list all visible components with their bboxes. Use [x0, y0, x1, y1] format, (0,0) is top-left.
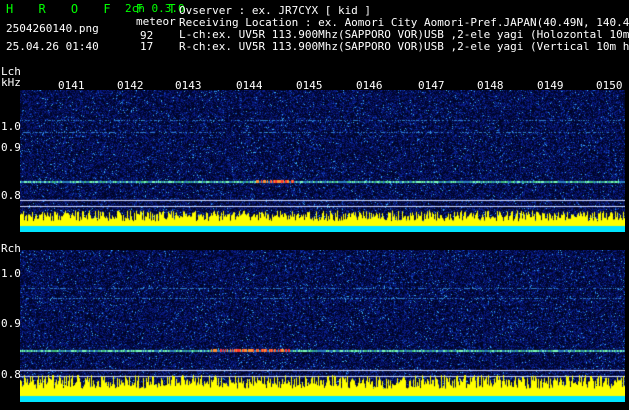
- rch-y-tick-label: 0.9: [1, 317, 21, 330]
- lch-y-tick-label: 0.8: [1, 189, 21, 202]
- meteor-count-rch: 17: [140, 40, 154, 53]
- observer-line: Ovserver : ex. JR7CYX [ kid ]: [179, 4, 372, 17]
- rch-label: Rch: [1, 242, 21, 255]
- rch-spectrogram: [20, 250, 625, 402]
- rch-config-line: R-ch:ex. UV5R 113.900Mhz(SAPPORO VOR)USB…: [179, 40, 629, 53]
- filename: 2504260140.png: [6, 22, 99, 35]
- time-tick-label: 0145: [296, 79, 323, 92]
- lch-y-tick-label: 0.9: [1, 141, 21, 154]
- mode-label: 2ch 0.3.0: [125, 2, 185, 15]
- time-tick-label: 0141: [58, 79, 85, 92]
- time-tick-label: 0148: [477, 79, 504, 92]
- hroft-screen: H R O F F T 2ch 0.3.0 meteor 2504260140.…: [0, 0, 629, 410]
- meteor-label: meteor: [136, 15, 176, 28]
- time-tick-label: 0149: [537, 79, 564, 92]
- datetime: 25.04.26 01:40: [6, 40, 99, 53]
- rch-y-tick-label: 1.0: [1, 267, 21, 280]
- lch-unit: kHz: [1, 76, 21, 89]
- lch-y-tick-label: 1.0: [1, 120, 21, 133]
- time-tick-label: 0142: [117, 79, 144, 92]
- rch-y-tick-label: 0.8: [1, 368, 21, 381]
- time-tick-label: 0146: [356, 79, 383, 92]
- lch-spectrogram: [20, 90, 625, 232]
- location-line: Receiving Location : ex. Aomori City Aom…: [179, 16, 629, 29]
- time-tick-label: 0143: [175, 79, 202, 92]
- time-tick-label: 0147: [418, 79, 445, 92]
- time-tick-label: 0144: [236, 79, 263, 92]
- lch-config-line: L-ch:ex. UV5R 113.900Mhz(SAPPORO VOR)USB…: [179, 28, 629, 41]
- time-tick-label: 0150: [596, 79, 623, 92]
